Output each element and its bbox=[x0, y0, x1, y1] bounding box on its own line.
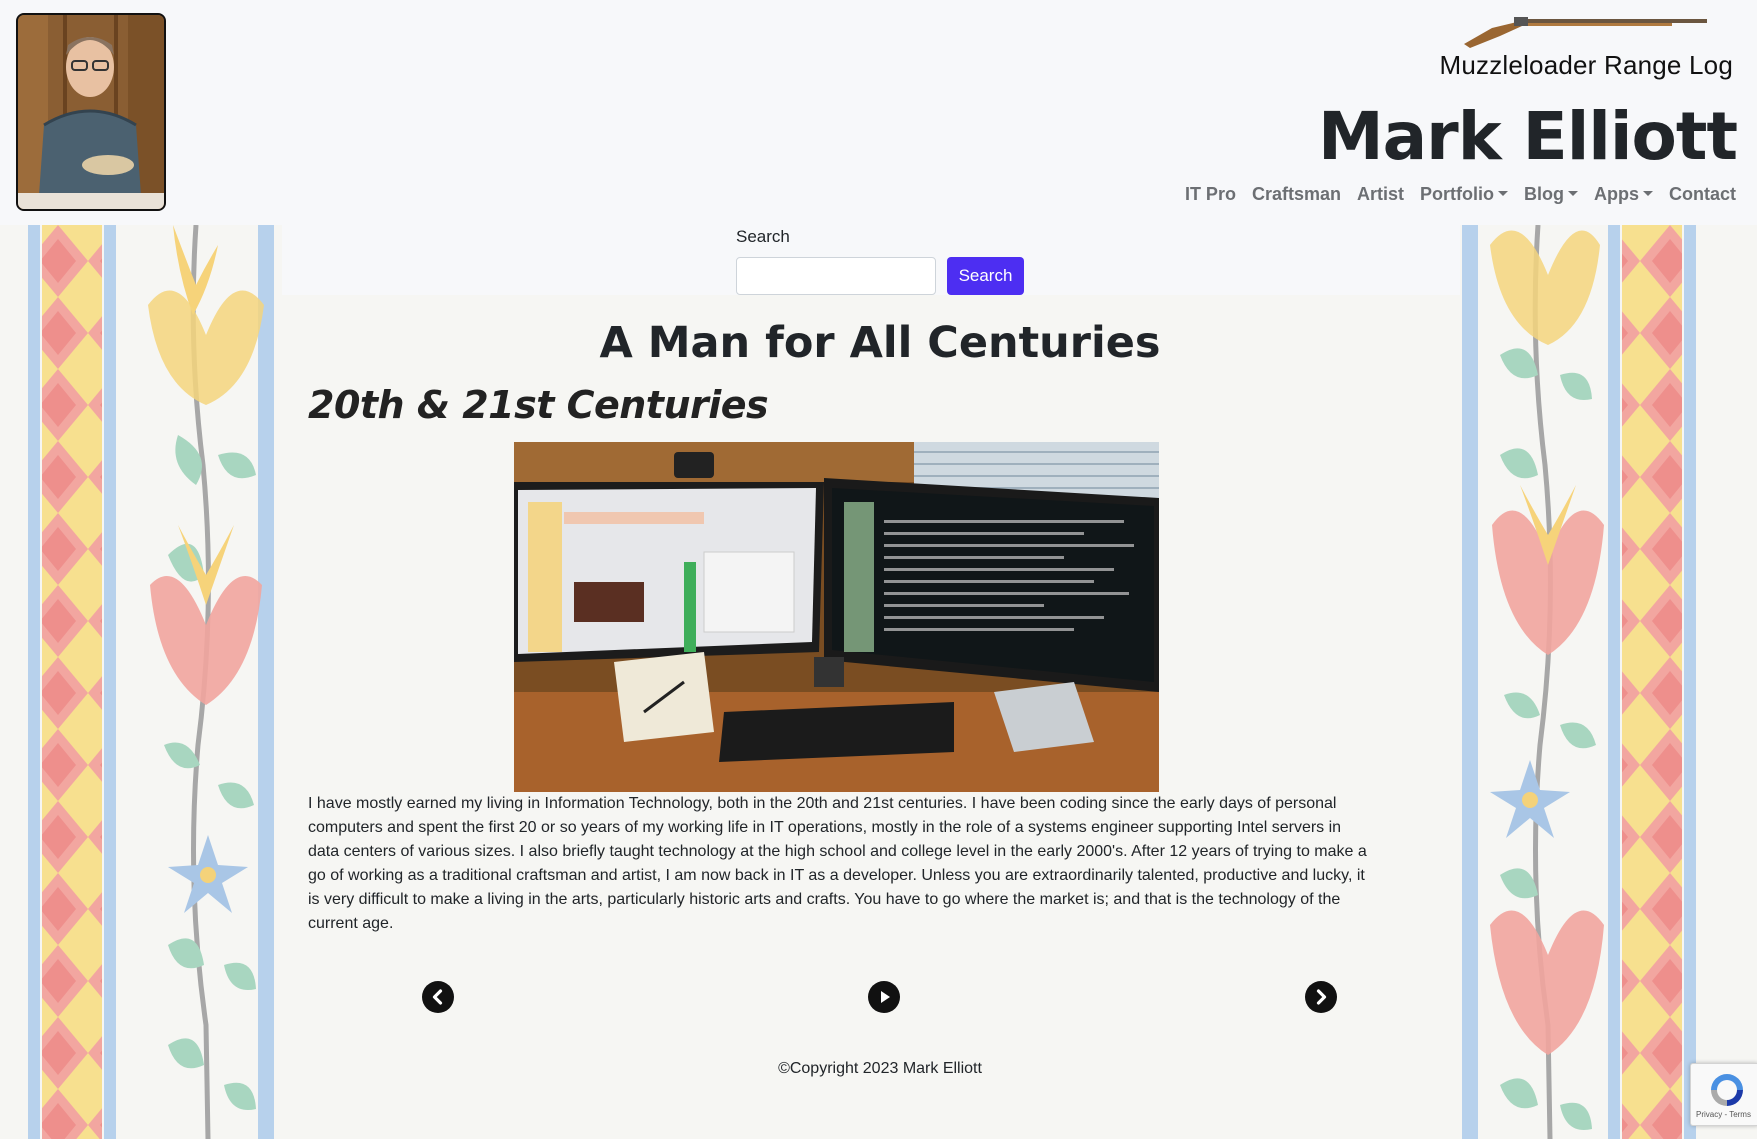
right-decorative-border bbox=[1462, 225, 1696, 1139]
nav-contact[interactable]: Contact bbox=[1661, 184, 1736, 208]
site-title[interactable]: Mark Elliott bbox=[1318, 98, 1738, 175]
range-log-link[interactable]: Muzzleloader Range Log bbox=[1440, 50, 1733, 81]
play-button[interactable] bbox=[868, 981, 900, 1013]
recaptcha-badge[interactable]: Privacy - Terms bbox=[1690, 1063, 1757, 1126]
nav-label: Contact bbox=[1669, 184, 1736, 204]
caret-down-icon bbox=[1498, 191, 1508, 196]
main-nav: IT Pro Craftsman Artist Portfolio Blog A… bbox=[1177, 184, 1736, 208]
rifle-icon[interactable] bbox=[1462, 6, 1712, 48]
nav-label: Portfolio bbox=[1420, 184, 1494, 204]
workstation-photo bbox=[514, 442, 1159, 792]
nav-it-pro[interactable]: IT Pro bbox=[1177, 184, 1244, 208]
caret-down-icon bbox=[1643, 191, 1653, 196]
nav-craftsman[interactable]: Craftsman bbox=[1244, 184, 1349, 208]
nav-label: Artist bbox=[1356, 184, 1404, 204]
play-icon bbox=[881, 991, 890, 1003]
nav-label: Apps bbox=[1594, 184, 1639, 204]
recaptcha-icon bbox=[1711, 1074, 1743, 1106]
nav-portfolio-dropdown[interactable]: Portfolio bbox=[1412, 184, 1516, 208]
avatar-photo bbox=[18, 15, 164, 209]
left-decorative-border bbox=[28, 225, 274, 1139]
chevron-right-icon bbox=[1316, 989, 1327, 1005]
previous-button[interactable] bbox=[422, 981, 454, 1013]
nav-label: IT Pro bbox=[1184, 184, 1236, 204]
copyright-text: ©Copyright 2023 Mark Elliott bbox=[778, 1060, 982, 1077]
section-title: 20th & 21st Centuries bbox=[308, 383, 769, 427]
page-title: A Man for All Centuries bbox=[599, 318, 1161, 368]
search-button[interactable]: Search bbox=[947, 257, 1024, 295]
search-label: Search bbox=[736, 227, 790, 246]
next-button[interactable] bbox=[1305, 981, 1337, 1013]
chevron-left-icon bbox=[432, 989, 443, 1005]
nav-artist[interactable]: Artist bbox=[1349, 184, 1412, 208]
search-input[interactable] bbox=[736, 257, 936, 295]
workstation-image bbox=[514, 442, 1159, 792]
intro-paragraph: I have mostly earned my living in Inform… bbox=[308, 795, 1367, 932]
nav-apps-dropdown[interactable]: Apps bbox=[1586, 184, 1661, 208]
nav-label: Craftsman bbox=[1251, 184, 1341, 204]
nav-label: Blog bbox=[1524, 184, 1564, 204]
recaptcha-links[interactable]: Privacy - Terms bbox=[1696, 1110, 1751, 1119]
caret-down-icon bbox=[1568, 191, 1578, 196]
avatar[interactable] bbox=[16, 13, 166, 211]
nav-blog-dropdown[interactable]: Blog bbox=[1516, 184, 1586, 208]
site-header: Muzzleloader Range Log Mark Elliott IT P… bbox=[0, 0, 1757, 225]
